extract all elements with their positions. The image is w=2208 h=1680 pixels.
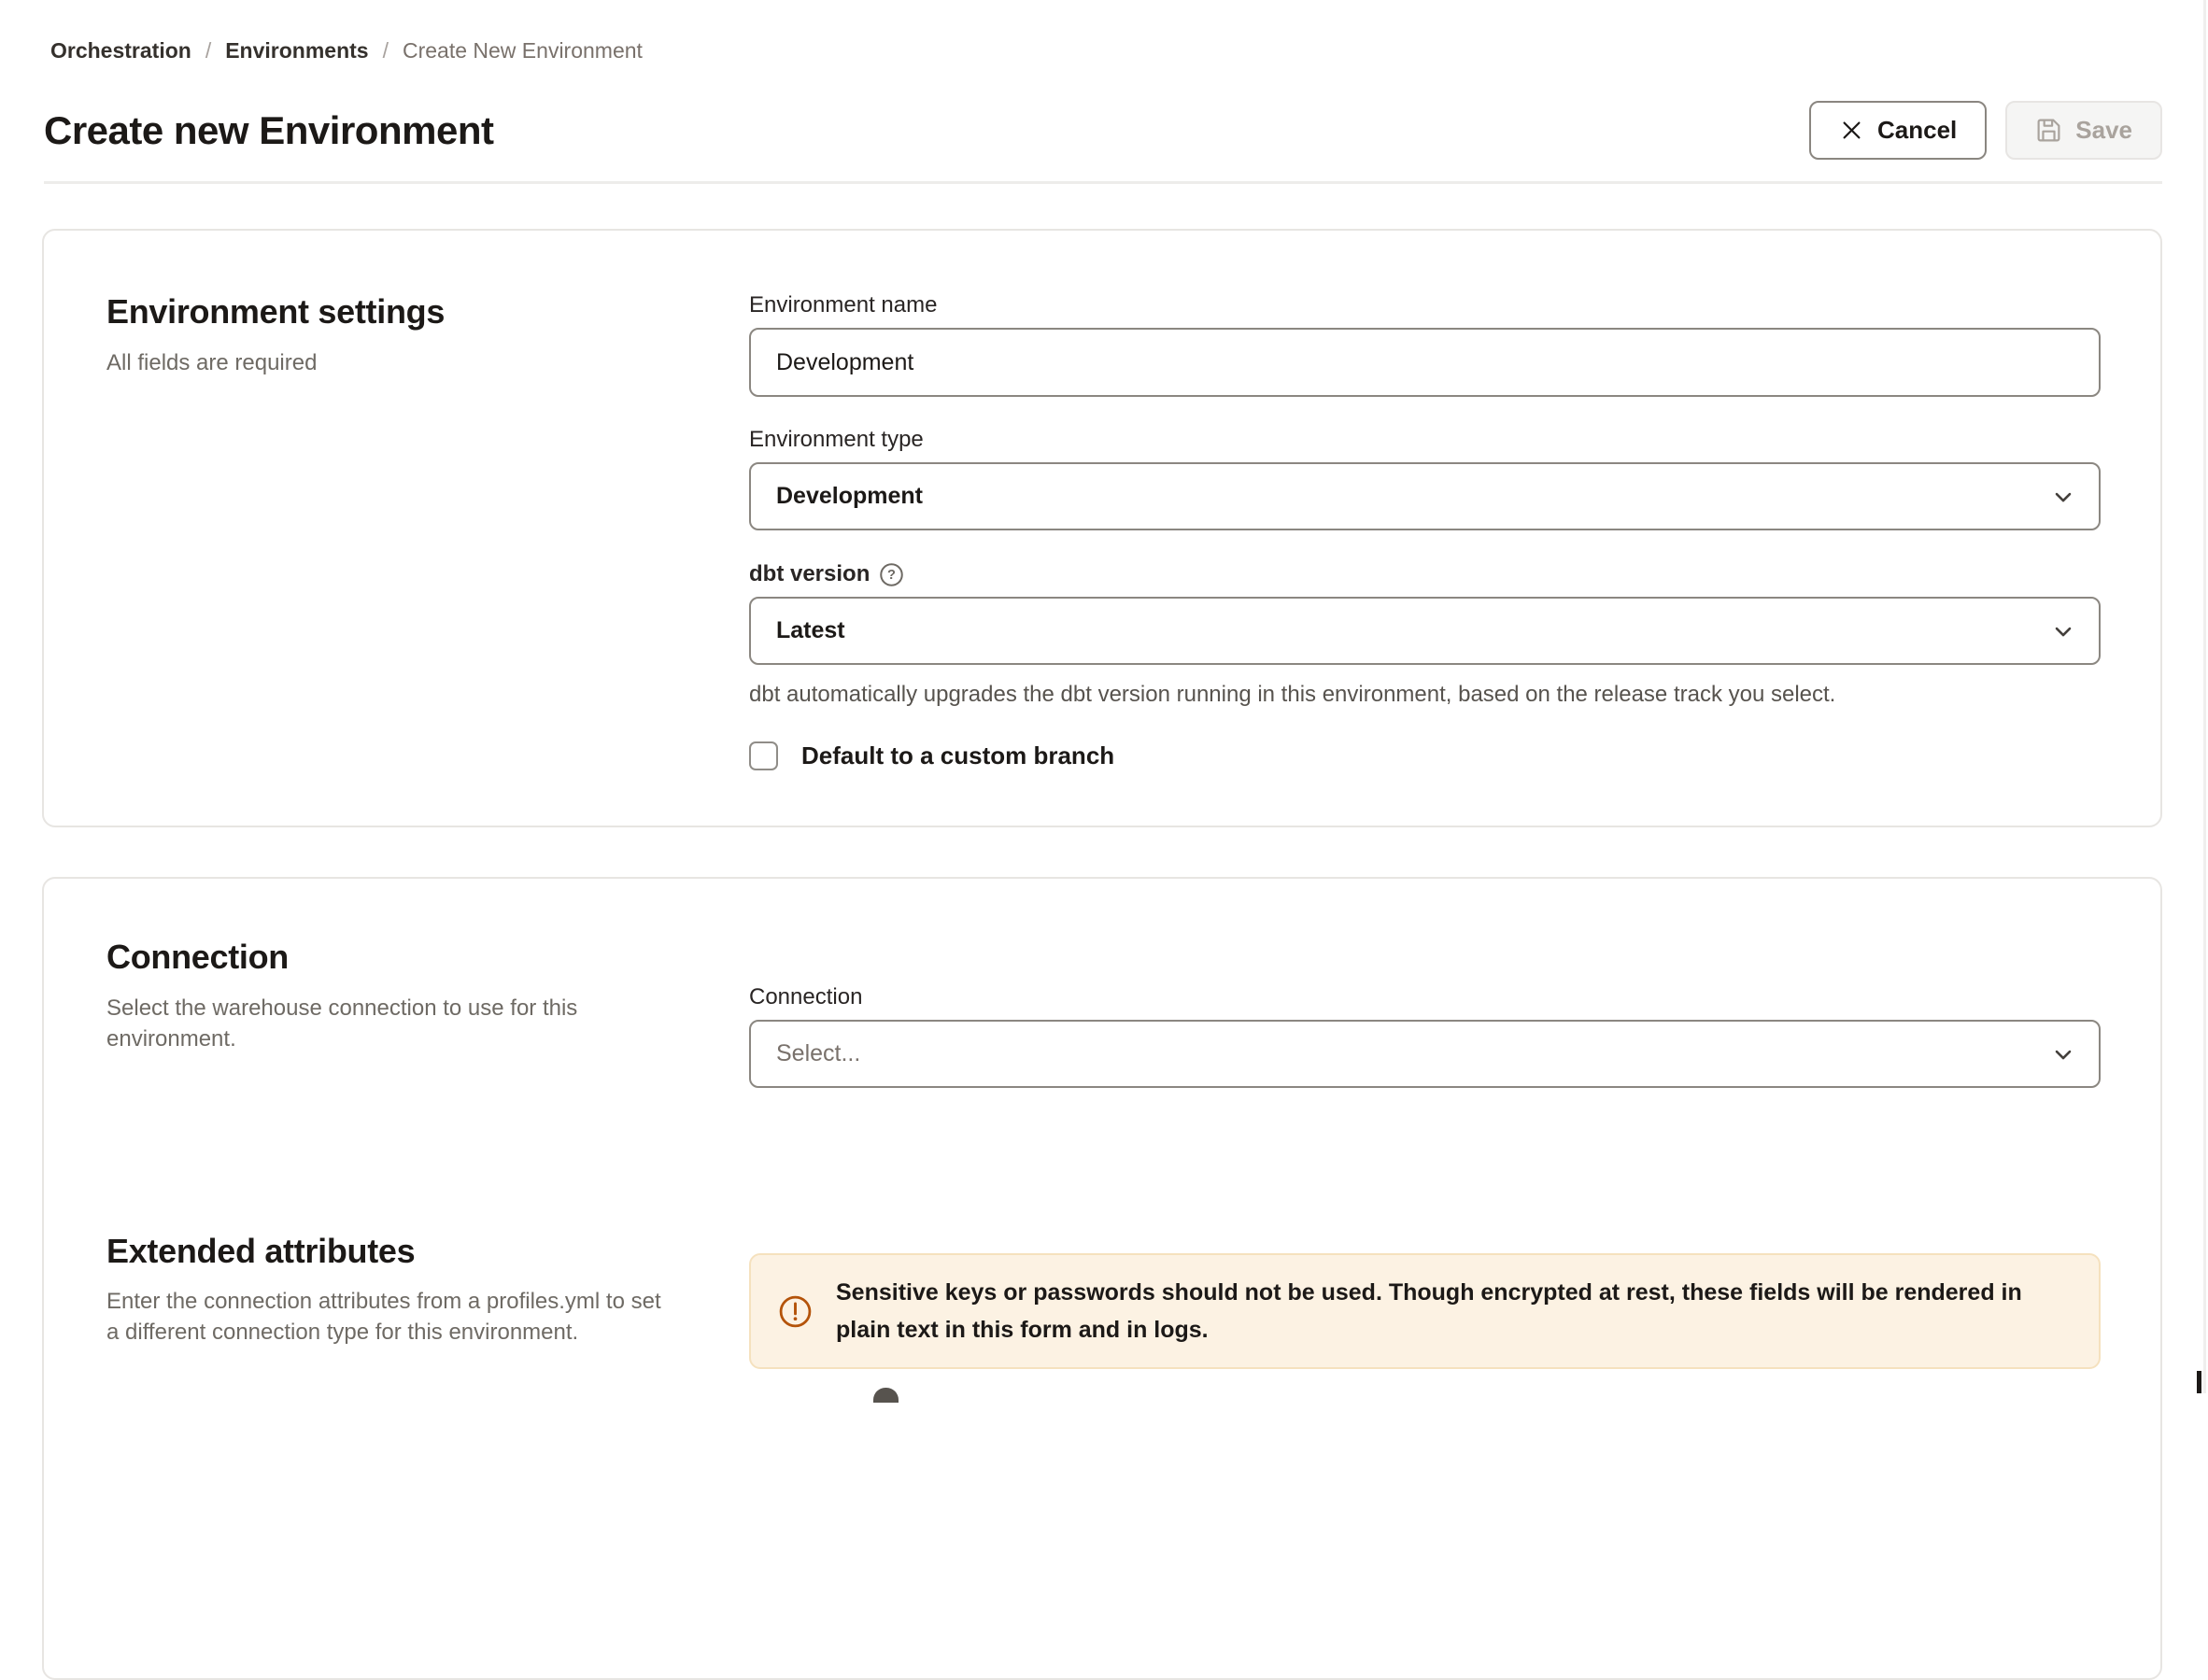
dbt-version-label-text: dbt version — [749, 561, 870, 587]
chevron-down-icon — [2050, 1041, 2076, 1067]
help-icon[interactable]: ? — [879, 562, 904, 587]
environment-type-select[interactable]: Development — [749, 462, 2101, 530]
save-button[interactable]: Save — [2005, 101, 2162, 160]
environment-name-group: Environment name — [749, 292, 2101, 397]
environment-name-label: Environment name — [749, 292, 2101, 318]
close-icon — [1839, 118, 1864, 143]
custom-branch-checkbox[interactable] — [749, 741, 778, 770]
connection-heading: Connection — [106, 938, 667, 977]
header-actions: Cancel Save — [1809, 101, 2162, 160]
environment-type-group: Environment type Development — [749, 427, 2101, 530]
connection-description: Select the warehouse connection to use f… — [106, 993, 667, 1054]
dbt-version-select[interactable]: Latest — [749, 597, 2101, 665]
environment-type-value: Development — [776, 483, 923, 510]
page-title: Create new Environment — [44, 108, 493, 153]
environment-name-input[interactable] — [749, 328, 2101, 397]
alert-circle-icon — [778, 1294, 813, 1329]
window-edge-line — [2203, 0, 2206, 1393]
breadcrumb: Orchestration / Environments / Create Ne… — [50, 38, 2162, 64]
environment-type-label: Environment type — [749, 427, 2101, 453]
connection-placeholder: Select... — [776, 1040, 860, 1067]
save-button-label: Save — [2075, 116, 2132, 145]
breadcrumb-environments[interactable]: Environments — [225, 38, 368, 64]
connection-section: Connection Select the warehouse connecti… — [106, 938, 2099, 1088]
environment-settings-card: Environment settings All fields are requ… — [42, 229, 2162, 827]
extended-attributes-heading: Extended attributes — [106, 1232, 667, 1271]
custom-branch-checkbox-row[interactable]: Default to a custom branch — [749, 741, 2101, 770]
save-icon — [2035, 117, 2062, 144]
top-bar: Orchestration / Environments / Create Ne… — [0, 0, 2208, 184]
custom-branch-label: Default to a custom branch — [801, 741, 1114, 770]
connection-select[interactable]: Select... — [749, 1020, 2101, 1088]
dbt-version-label: dbt version ? — [749, 561, 2101, 587]
breadcrumb-current-page: Create New Environment — [403, 38, 643, 64]
cancel-button[interactable]: Cancel — [1809, 101, 1987, 160]
warning-text: Sensitive keys or passwords should not b… — [836, 1274, 2071, 1348]
extended-attributes-description: Enter the connection attributes from a p… — [106, 1286, 667, 1348]
dbt-version-helper-text: dbt automatically upgrades the dbt versi… — [749, 682, 2101, 708]
breadcrumb-separator: / — [383, 38, 389, 64]
dbt-version-value: Latest — [776, 617, 845, 644]
connection-card: Connection Select the warehouse connecti… — [42, 877, 2162, 1680]
dbt-version-group: dbt version ? Latest — [749, 561, 2101, 708]
cancel-button-label: Cancel — [1877, 116, 1957, 145]
svg-text:?: ? — [887, 568, 896, 583]
text-cursor-artifact — [2197, 1371, 2201, 1393]
connection-field-label: Connection — [749, 984, 2101, 1010]
breadcrumb-orchestration[interactable]: Orchestration — [50, 38, 191, 64]
environment-settings-heading: Environment settings — [106, 292, 667, 332]
chevron-down-icon — [2050, 484, 2076, 510]
chevron-down-icon — [2050, 618, 2076, 644]
environment-settings-subheading: All fields are required — [106, 347, 667, 378]
sensitive-keys-warning-banner: Sensitive keys or passwords should not b… — [749, 1253, 2101, 1369]
breadcrumb-separator: / — [205, 38, 211, 64]
extended-attributes-section: Extended attributes Enter the connection… — [106, 1232, 2099, 1369]
